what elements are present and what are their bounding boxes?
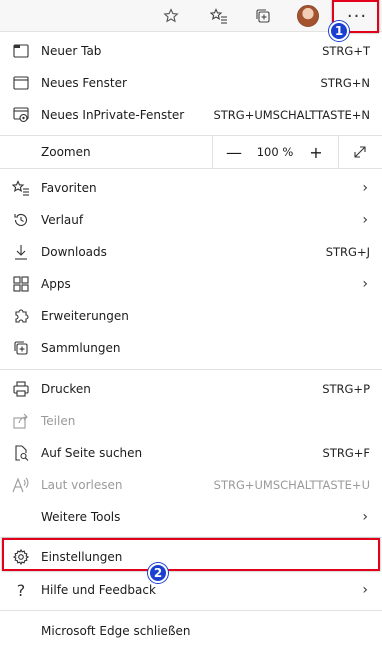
menu-item-new-inprivate[interactable]: Neues InPrivate-Fenster STRG+UMSCHALTTAS… bbox=[0, 99, 382, 131]
chevron-right-icon: › bbox=[362, 180, 368, 196]
apps-icon bbox=[11, 274, 31, 294]
menu-shortcut: STRG+T bbox=[322, 44, 370, 58]
menu-item-new-tab[interactable]: Neuer Tab STRG+T bbox=[0, 35, 382, 67]
menu-shortcut: STRG+UMSCHALTTASTE+N bbox=[213, 108, 370, 122]
menu-label: Apps bbox=[41, 277, 71, 291]
menu-item-more-tools[interactable]: Weitere Tools › bbox=[0, 501, 382, 533]
menu-label: Neues InPrivate-Fenster bbox=[41, 108, 185, 122]
puzzle-icon bbox=[11, 306, 31, 326]
menu-separator bbox=[0, 369, 382, 370]
chevron-right-icon: › bbox=[362, 582, 368, 598]
menu-separator bbox=[0, 168, 382, 169]
zoom-in-button[interactable]: + bbox=[304, 140, 328, 164]
zoom-divider bbox=[338, 136, 339, 168]
fullscreen-icon[interactable] bbox=[348, 140, 372, 164]
collections-icon[interactable] bbox=[249, 3, 277, 29]
menu-shortcut: STRG+F bbox=[322, 446, 370, 460]
menu-label: Downloads bbox=[41, 245, 107, 259]
menu-item-apps[interactable]: Apps › bbox=[0, 268, 382, 300]
zoom-divider bbox=[212, 136, 213, 168]
menu-item-favorites[interactable]: Favoriten › bbox=[0, 172, 382, 204]
favorites-icon[interactable] bbox=[205, 3, 233, 29]
menu-label: Neuer Tab bbox=[41, 44, 102, 58]
menu-item-find[interactable]: Auf Seite suchen STRG+F bbox=[0, 437, 382, 469]
zoom-label: Zoomen bbox=[41, 145, 91, 159]
menu-label: Auf Seite suchen bbox=[41, 446, 143, 460]
chevron-right-icon: › bbox=[362, 212, 368, 228]
menu-item-zoom: Zoomen — 100 % + bbox=[0, 136, 382, 168]
inprivate-icon bbox=[11, 105, 31, 125]
menu-shortcut: STRG+J bbox=[325, 245, 370, 259]
menu-label: Hilfe und Feedback bbox=[41, 583, 156, 597]
menu-label: Sammlungen bbox=[41, 341, 121, 355]
collections-icon bbox=[11, 338, 31, 358]
menu-item-help[interactable]: ? Hilfe und Feedback › bbox=[0, 574, 382, 606]
menu-separator bbox=[0, 610, 382, 611]
profile-picture bbox=[297, 5, 319, 27]
menu-label: Teilen bbox=[41, 414, 76, 428]
read-aloud-icon bbox=[11, 475, 31, 495]
history-icon bbox=[11, 210, 31, 230]
menu-item-downloads[interactable]: Downloads STRG+J bbox=[0, 236, 382, 268]
highlight-box-settings bbox=[2, 538, 380, 571]
new-window-icon bbox=[11, 73, 31, 93]
printer-icon bbox=[11, 379, 31, 399]
zoom-value: 100 % bbox=[256, 145, 294, 159]
menu-label: Laut vorlesen bbox=[41, 478, 123, 492]
favorites-icon bbox=[11, 178, 31, 198]
menu-label: Favoriten bbox=[41, 181, 97, 195]
menu-item-print[interactable]: Drucken STRG+P bbox=[0, 373, 382, 405]
menu-item-extensions[interactable]: Erweiterungen bbox=[0, 300, 382, 332]
find-on-page-icon bbox=[11, 443, 31, 463]
menu-item-share[interactable]: Teilen bbox=[0, 405, 382, 437]
menu-item-close-edge[interactable]: Microsoft Edge schließen bbox=[0, 615, 382, 647]
menu-label: Verlauf bbox=[41, 213, 84, 227]
download-icon bbox=[11, 242, 31, 262]
star-icon[interactable] bbox=[157, 3, 185, 29]
menu-shortcut: STRG+UMSCHALTTASTE+U bbox=[213, 478, 370, 492]
menu-shortcut: STRG+P bbox=[322, 382, 370, 396]
chevron-right-icon: › bbox=[362, 509, 368, 525]
step-badge-2: 2 bbox=[148, 563, 168, 583]
new-tab-icon bbox=[11, 41, 31, 61]
avatar[interactable] bbox=[294, 3, 322, 29]
menu-label: Weitere Tools bbox=[41, 510, 121, 524]
menu-item-collections[interactable]: Sammlungen bbox=[0, 332, 382, 364]
menu-item-new-window[interactable]: Neues Fenster STRG+N bbox=[0, 67, 382, 99]
menu-label: Erweiterungen bbox=[41, 309, 129, 323]
menu-label: Microsoft Edge schließen bbox=[41, 624, 191, 638]
menu-label: Drucken bbox=[41, 382, 91, 396]
menu-label: Neues Fenster bbox=[41, 76, 127, 90]
browser-toolbar: ··· bbox=[0, 0, 382, 32]
zoom-out-button[interactable]: — bbox=[222, 140, 246, 164]
share-icon bbox=[11, 411, 31, 431]
help-icon: ? bbox=[16, 580, 26, 600]
menu-item-history[interactable]: Verlauf › bbox=[0, 204, 382, 236]
chevron-right-icon: › bbox=[362, 276, 368, 292]
menu-item-read-aloud[interactable]: Laut vorlesen STRG+UMSCHALTTASTE+U bbox=[0, 469, 382, 501]
menu-shortcut: STRG+N bbox=[320, 76, 370, 90]
